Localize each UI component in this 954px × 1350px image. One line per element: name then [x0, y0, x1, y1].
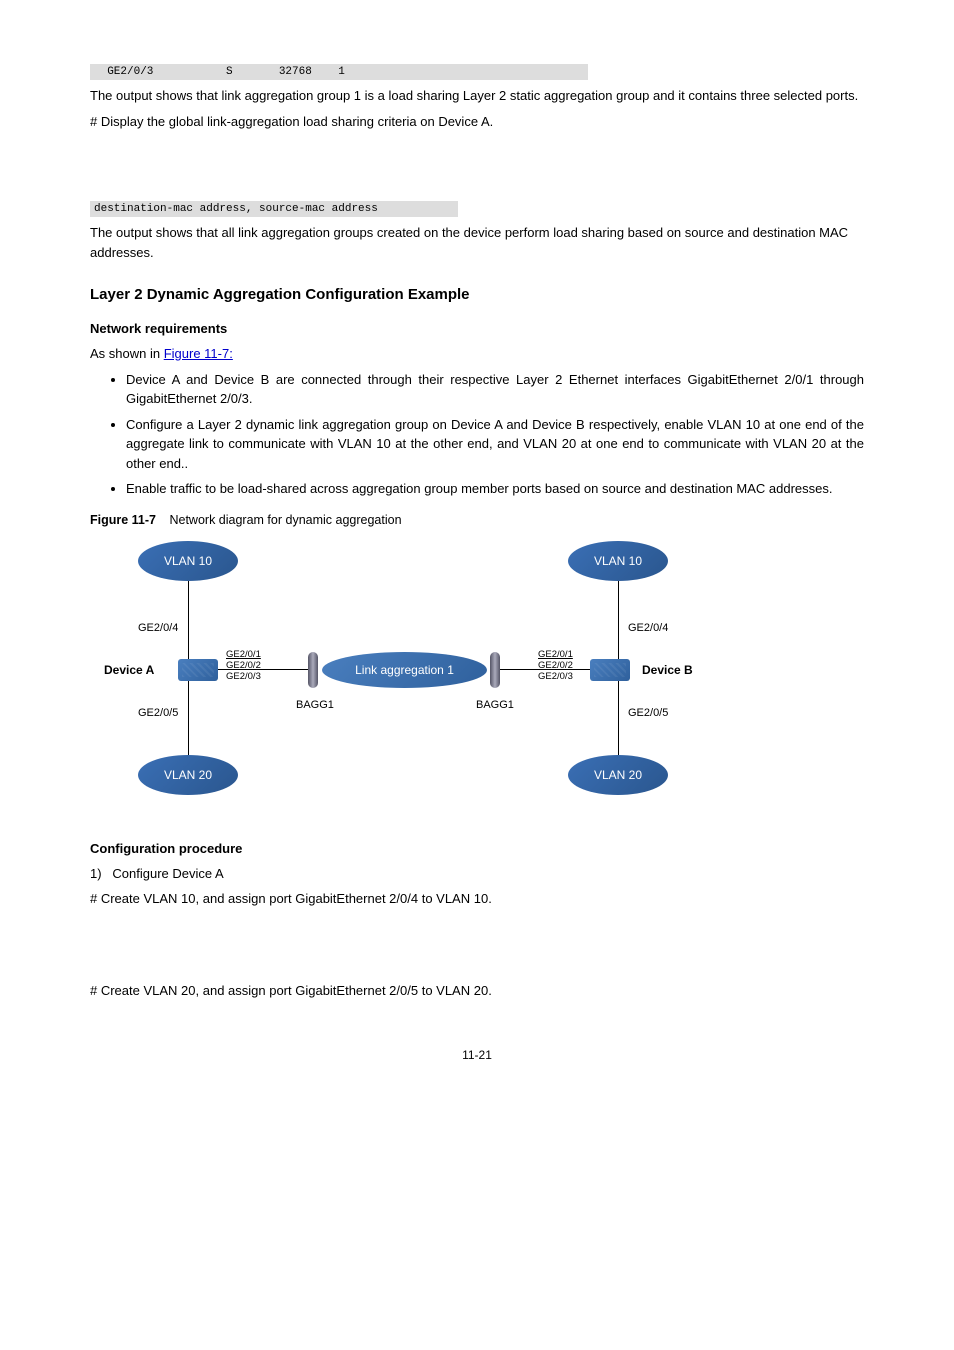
label-interfaces-right: GE2/0/1 GE2/0/2 GE2/0/3 — [538, 649, 573, 682]
config-command-vlan10: # Create VLAN 10, and assign port Gigabi… — [90, 889, 864, 909]
bullet-list-requirements: Device A and Device B are connected thro… — [90, 370, 864, 499]
figure-caption: Figure 11-7 Network diagram for dynamic … — [90, 513, 864, 527]
code-output-loadshare-criteria: destination-mac address, source-mac addr… — [90, 201, 458, 217]
paragraph-display-command: # Display the global link-aggregation lo… — [90, 112, 864, 132]
pipe-right-icon — [490, 652, 500, 688]
figure-number: Figure 11-7 — [90, 513, 156, 527]
diagram-line — [500, 669, 590, 670]
step-number: 1) — [90, 866, 102, 881]
page-number: 11-21 — [90, 1048, 864, 1062]
subheading-configuration-procedure: Configuration procedure — [90, 841, 864, 856]
label-device-a: Device A — [104, 663, 154, 677]
paragraph-output-summary-1: The output shows that link aggregation g… — [90, 86, 864, 106]
device-b-icon — [590, 659, 630, 681]
bullet-item: Configure a Layer 2 dynamic link aggrega… — [126, 415, 864, 474]
code-output-aggregation-row: GE2/0/3 S 32768 1 — [90, 64, 588, 80]
device-a-icon — [178, 659, 218, 681]
label-ge205-right: GE2/0/5 — [628, 707, 668, 719]
diagram-line — [618, 681, 619, 755]
section-title-dynamic-agg: Layer 2 Dynamic Aggregation Configuratio… — [90, 286, 864, 303]
diagram-line — [218, 669, 308, 670]
bullet-item: Enable traffic to be load-shared across … — [126, 479, 864, 499]
oval-vlan20-left: VLAN 20 — [138, 755, 238, 795]
network-diagram: VLAN 10 VLAN 10 VLAN 20 VLAN 20 Link agg… — [98, 537, 718, 817]
pipe-left-icon — [308, 652, 318, 688]
paragraph-as-shown: As shown in Figure 11-7: — [90, 344, 864, 364]
config-command-vlan20: # Create VLAN 20, and assign port Gigabi… — [90, 981, 864, 1001]
label-ge204-right: GE2/0/4 — [628, 622, 668, 634]
label-ge205-left: GE2/0/5 — [138, 707, 178, 719]
figure-caption-text: Network diagram for dynamic aggregation — [169, 513, 401, 527]
label-bagg1-right: BAGG1 — [476, 699, 514, 711]
oval-link-aggregation: Link aggregation 1 — [322, 652, 487, 688]
label-ge204-left: GE2/0/4 — [138, 622, 178, 634]
diagram-line — [188, 581, 189, 659]
link-figure-11-7[interactable]: Figure 11-7: — [164, 346, 233, 361]
oval-vlan20-right: VLAN 20 — [568, 755, 668, 795]
subheading-network-requirements: Network requirements — [90, 321, 864, 336]
step-1: 1) Configure Device A — [90, 864, 864, 884]
text-as-shown-prefix: As shown in — [90, 346, 164, 361]
paragraph-output-summary-2: The output shows that all link aggregati… — [90, 223, 864, 262]
oval-vlan10-right: VLAN 10 — [568, 541, 668, 581]
oval-vlan10-left: VLAN 10 — [138, 541, 238, 581]
step-text: Configure Device A — [112, 866, 223, 881]
label-bagg1-left: BAGG1 — [296, 699, 334, 711]
label-device-b: Device B — [642, 663, 693, 677]
diagram-line — [188, 681, 189, 755]
bullet-item: Device A and Device B are connected thro… — [126, 370, 864, 409]
label-interfaces-left: GE2/0/1 GE2/0/2 GE2/0/3 — [226, 649, 261, 682]
diagram-line — [618, 581, 619, 659]
